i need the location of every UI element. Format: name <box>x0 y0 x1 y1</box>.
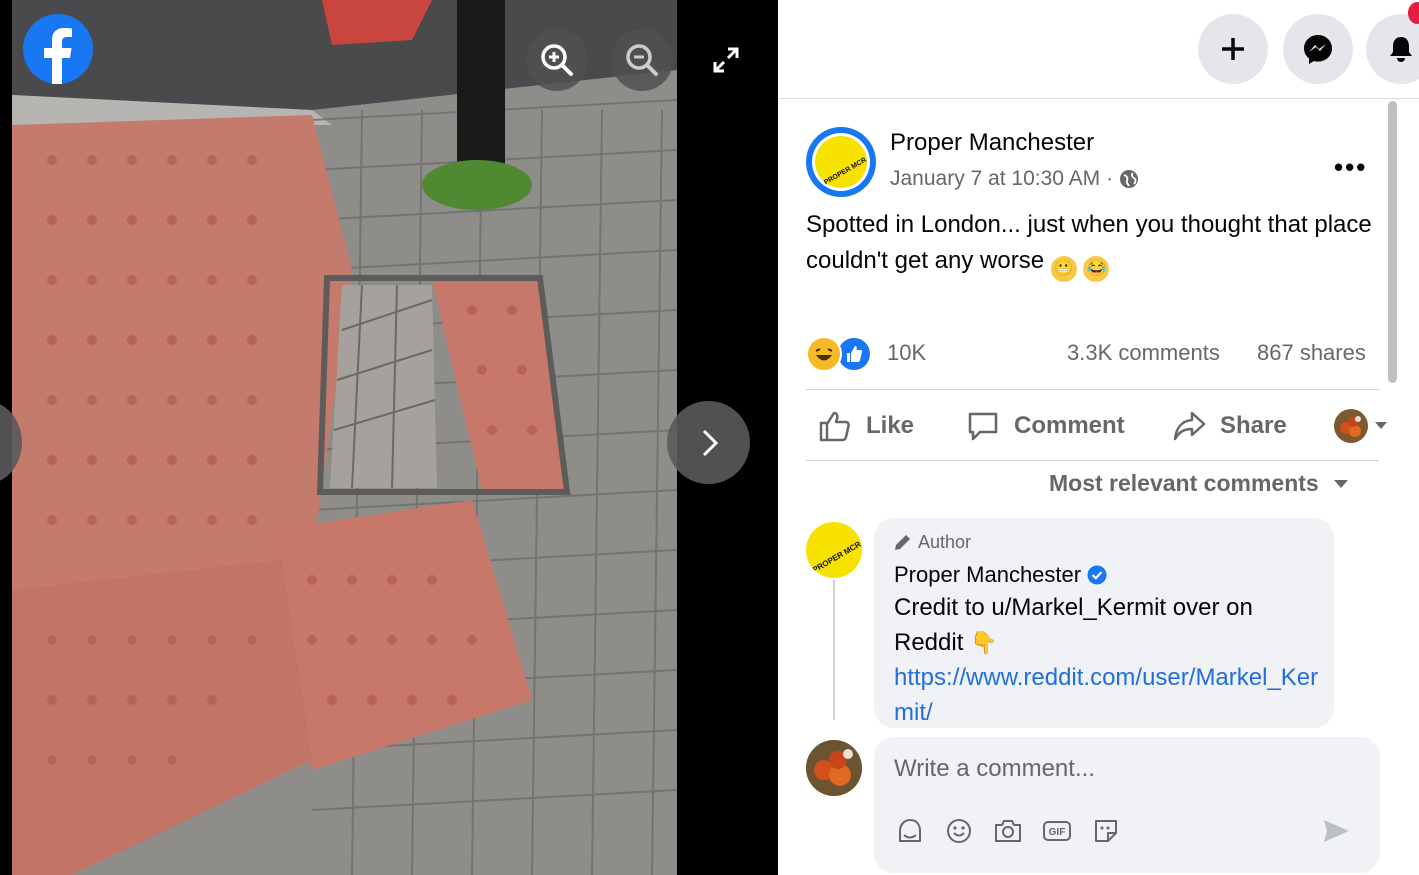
camera-icon <box>995 820 1021 842</box>
page-name[interactable]: Proper Manchester <box>890 129 1094 157</box>
avatar-sticker-button[interactable] <box>894 815 926 847</box>
thumbs-up-icon <box>819 411 850 442</box>
create-button[interactable] <box>1198 14 1268 84</box>
author-badge-label: Author <box>918 532 972 552</box>
gif-button[interactable]: GIF <box>1041 815 1073 847</box>
notification-badge <box>1408 2 1419 24</box>
expand-icon <box>713 47 739 73</box>
emoji-button[interactable] <box>943 815 975 847</box>
share-label: Share <box>1220 412 1287 439</box>
bell-icon <box>1390 37 1412 62</box>
caret-down-icon <box>1375 422 1387 429</box>
comment-placeholder: Write a comment... <box>894 755 1095 782</box>
share-button[interactable]: Share <box>1172 400 1287 452</box>
grimacing-emoji-icon: 😬 <box>1050 256 1077 282</box>
post-timestamp[interactable]: January 7 at 10:30 AM · <box>890 167 1139 191</box>
top-bar <box>778 0 1419 99</box>
post-photo[interactable] <box>12 0 677 875</box>
photo-viewer <box>0 0 778 875</box>
comment-bubble: Author Proper Manchester Credit to u/Mar… <box>874 518 1334 728</box>
point-down-emoji-icon: 👇 <box>970 630 998 655</box>
chevron-right-icon <box>702 429 718 456</box>
sticker-button[interactable] <box>1090 815 1122 847</box>
comment-icon <box>968 412 998 441</box>
share-icon <box>1173 411 1206 441</box>
user-avatar-icon <box>1334 409 1368 443</box>
zoom-in-icon <box>541 44 573 76</box>
svg-text:PROPER MCR.: PROPER MCR. <box>823 156 867 187</box>
svg-text:PROPER MCR.: PROPER MCR. <box>811 538 862 574</box>
post-date-text[interactable]: January 7 at 10:30 AM <box>890 167 1100 191</box>
reactions-summary: 10K 3.3K comments 867 shares <box>806 336 1381 372</box>
photo-button[interactable] <box>992 815 1024 847</box>
comment-body: Credit to u/Markel_Kermit over on Reddit <box>894 594 1253 656</box>
messenger-button[interactable] <box>1283 14 1353 84</box>
post-caption: Spotted in London... just when you thoug… <box>806 207 1386 282</box>
sort-label: Most relevant comments <box>1049 470 1319 496</box>
comment-text: Credit to u/Markel_Kermit over on Reddit… <box>894 590 1319 728</box>
post-actions: Like Comment Share <box>806 400 1387 452</box>
next-photo-button[interactable] <box>667 401 750 484</box>
gif-icon: GIF <box>1043 821 1071 841</box>
pencil-icon <box>895 534 910 550</box>
thread-line <box>833 580 835 720</box>
date-separator: · <box>1106 167 1114 190</box>
caret-down-icon <box>1333 479 1348 488</box>
commenter-name[interactable]: Proper Manchester <box>894 562 1107 588</box>
post-options-button[interactable]: ••• <box>1334 152 1367 183</box>
verified-badge-icon <box>1087 565 1107 585</box>
comment-button[interactable]: Comment <box>966 400 1125 452</box>
react-as-selector[interactable] <box>1334 400 1388 452</box>
plus-icon <box>1222 38 1244 60</box>
svg-text:GIF: GIF <box>1049 827 1066 838</box>
commenter-name-text[interactable]: Proper Manchester <box>894 562 1081 588</box>
sticker-icon <box>1095 820 1117 842</box>
facebook-logo-icon[interactable] <box>23 14 93 84</box>
comment-input[interactable]: Write a comment... GIF <box>874 737 1380 873</box>
scrollbar[interactable] <box>1388 101 1397 383</box>
page-avatar[interactable]: PROPER MCR. <box>806 127 876 197</box>
zoom-out-button[interactable] <box>611 29 673 91</box>
tears-of-joy-emoji-icon: 😂 <box>1083 256 1110 282</box>
like-label: Like <box>866 412 915 439</box>
author-badge: Author <box>892 532 971 553</box>
send-icon <box>1324 820 1349 842</box>
post-sidebar: PROPER MCR. Proper Manchester January 7 … <box>778 0 1419 875</box>
fullscreen-button[interactable] <box>706 40 746 80</box>
divider <box>806 389 1379 390</box>
avatar-sticker-icon <box>899 818 921 842</box>
comment-link[interactable]: https://www.reddit.com/user/Markel_Kermi… <box>894 664 1318 726</box>
messenger-icon <box>1304 35 1332 64</box>
zoom-out-icon <box>626 44 658 76</box>
emoji-icon <box>947 819 971 843</box>
commenter-avatar[interactable]: PROPER MCR. <box>806 522 862 578</box>
comments-count[interactable]: 3.3K comments <box>1067 340 1220 366</box>
current-user-avatar[interactable] <box>806 740 862 796</box>
comment-sort-dropdown[interactable]: Most relevant comments <box>1049 470 1349 497</box>
shares-count[interactable]: 867 shares <box>1257 340 1366 366</box>
laugh-reaction-icon[interactable] <box>806 336 842 372</box>
comment-label: Comment <box>1014 412 1125 439</box>
divider <box>806 460 1379 461</box>
send-button[interactable] <box>1320 815 1352 847</box>
zoom-in-button[interactable] <box>526 29 588 91</box>
notifications-button[interactable] <box>1366 14 1419 84</box>
reaction-count[interactable]: 10K <box>887 340 926 366</box>
globe-icon <box>1120 170 1139 188</box>
like-button[interactable]: Like <box>818 400 914 452</box>
